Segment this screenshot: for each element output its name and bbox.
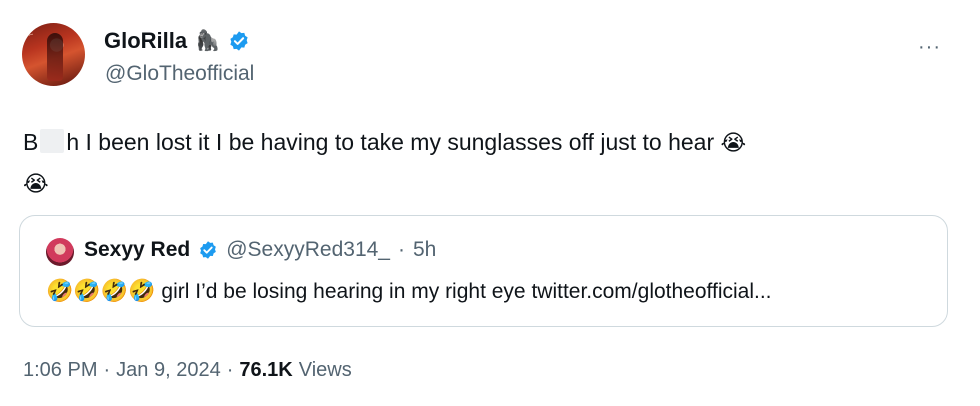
quoted-tweet-text: 🤣🤣🤣🤣 girl I’d be losing hearing in my ri… [46,278,772,304]
avatar-script-decoration: ~ [26,30,35,40]
quoted-tweet-card[interactable]: Sexyy Red @SexyyRed314_ · 5h 🤣🤣🤣🤣 girl I… [19,215,948,327]
verified-badge-icon [230,31,248,51]
quoted-timestamp[interactable]: 5h [413,238,436,262]
views-count: 76.1K [239,359,293,381]
redaction-block [40,129,65,153]
tweet-text-start: B [23,129,39,155]
quoted-author-avatar[interactable] [46,238,74,266]
tweet-text: Bh I been lost it I be having to take my… [23,122,923,204]
crying-emoji-icon-2: 😭 [23,171,49,196]
quoted-author-name[interactable]: Sexyy Red [84,238,190,262]
meta-dot-1: · [103,359,111,381]
quoted-author-handle[interactable]: @SexyyRed314_ [226,238,390,262]
tweet-text-rest: h I been lost it I be having to take my … [66,129,715,155]
tweet-metadata: 1:06 PM · Jan 9, 2024 · 76.1K Views [23,359,352,382]
quoted-author-row: Sexyy Red @SexyyRed314_ · 5h [84,238,436,262]
avatar-figure [47,33,63,81]
views-label: Views [298,359,352,381]
author-name-row: GloRilla 🦍 [104,28,250,54]
quoted-verified-badge-icon [200,241,217,259]
author-handle[interactable]: @GloTheofficial [105,62,254,86]
author-avatar[interactable]: ~ [22,23,85,86]
gorilla-emoji-icon: 🦍 [195,30,221,52]
meta-dot-2: · [226,359,234,381]
tweet-time[interactable]: 1:06 PM [23,359,97,382]
quoted-separator: · [397,238,405,261]
crying-emoji-icon: 😭 [720,130,747,155]
quoted-text-body: girl I’d be losing hearing in my right e… [161,280,772,303]
more-options-icon[interactable]: ··· [918,36,941,59]
rofl-emoji-icons: 🤣🤣🤣🤣 [46,278,156,303]
tweet-date[interactable]: Jan 9, 2024 [116,359,221,382]
author-name[interactable]: GloRilla [104,28,187,54]
